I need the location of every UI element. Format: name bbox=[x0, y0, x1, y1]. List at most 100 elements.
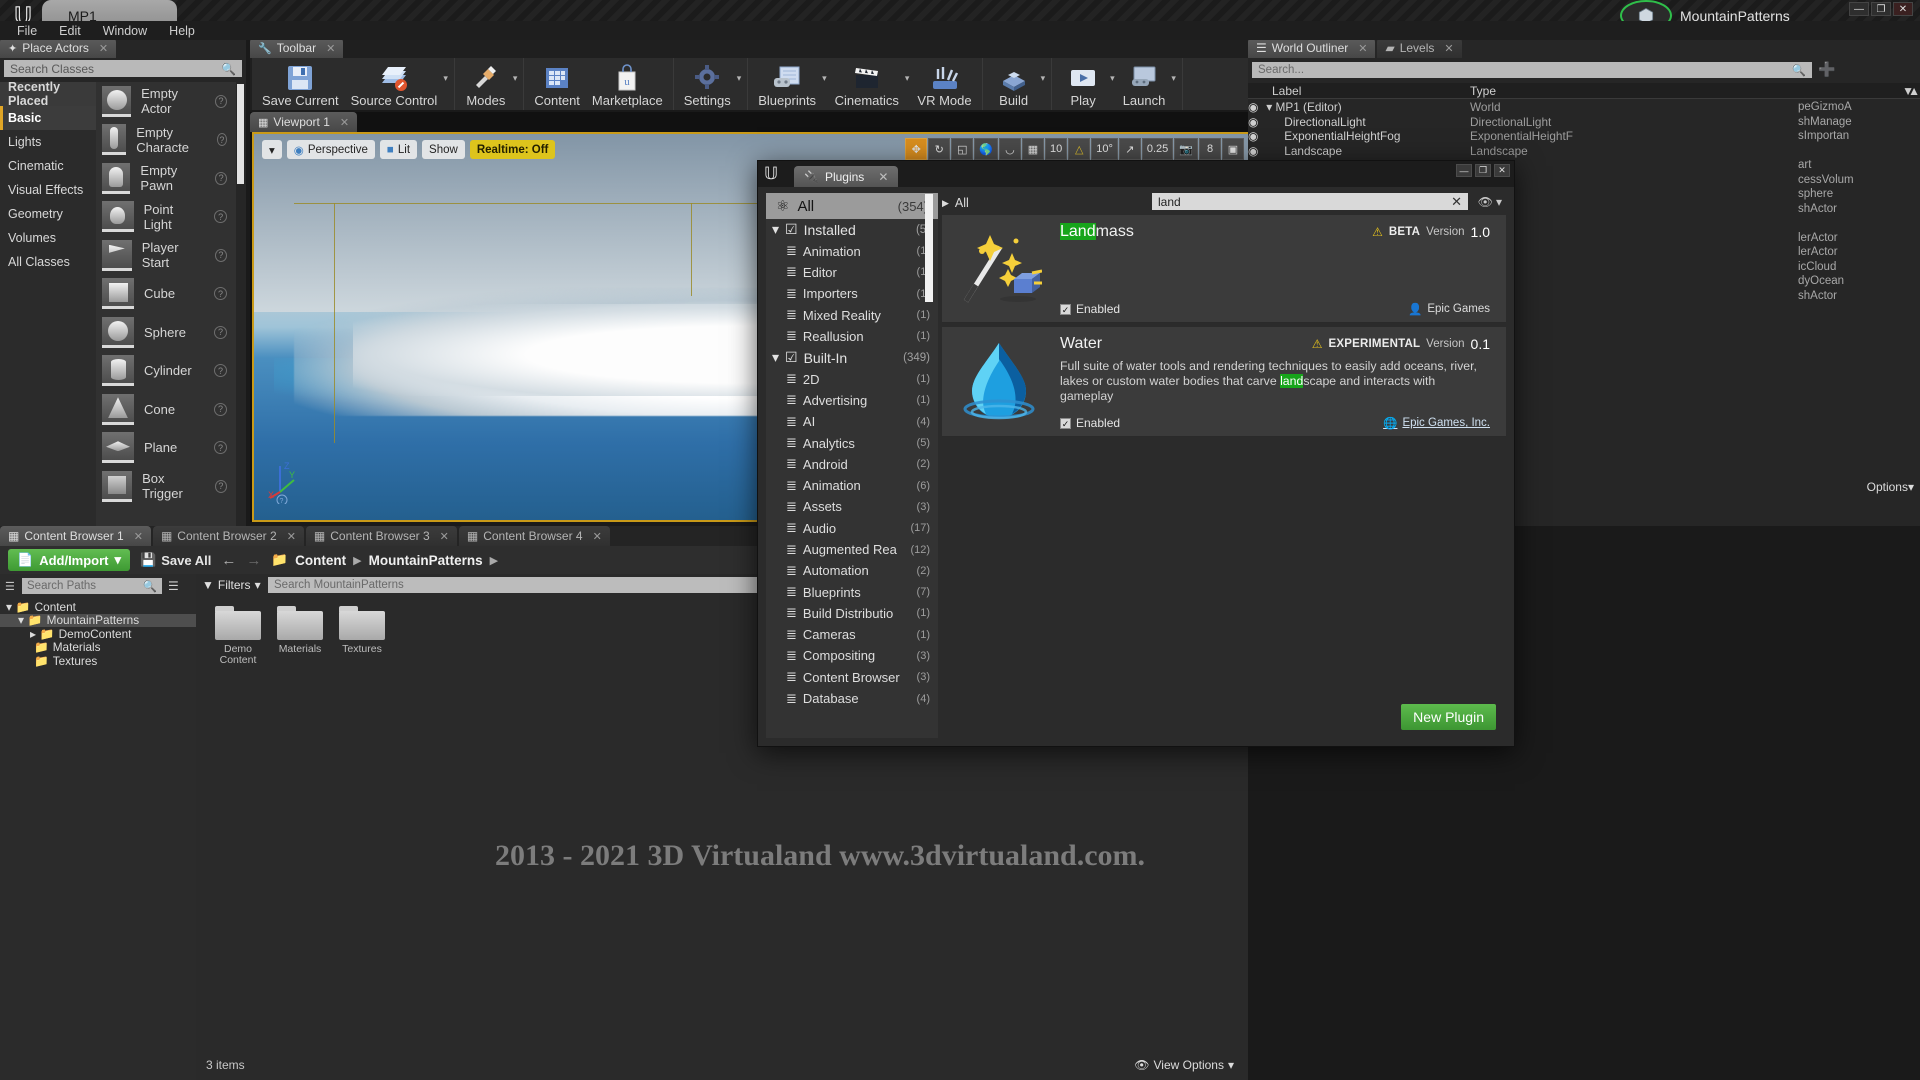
plugin-category-ai[interactable]: ≣ AI (4) bbox=[766, 411, 938, 432]
place-category-basic[interactable]: Basic bbox=[0, 106, 96, 130]
visibility-eye-icon[interactable]: ◉ bbox=[1248, 144, 1258, 158]
place-category-visual-effects[interactable]: Visual Effects bbox=[0, 178, 96, 202]
plugin-group-built-in[interactable]: ▾ ☑ Built-In (349) bbox=[766, 347, 938, 369]
plugin-category-content-browser[interactable]: ≣ Content Browser (3) bbox=[766, 667, 938, 688]
camera-speed-icon[interactable]: 📷 bbox=[1174, 138, 1198, 160]
rotation-snap-icon[interactable]: △ bbox=[1068, 138, 1091, 160]
plugin-category-animation[interactable]: ≣ Animation (6) bbox=[766, 475, 938, 496]
toolbar-button-build[interactable]: Build bbox=[987, 58, 1041, 110]
column-chooser-icon[interactable]: ▼ bbox=[1902, 84, 1914, 98]
paths-view-options-icon[interactable]: ☰ bbox=[168, 579, 179, 593]
world-space-icon[interactable]: 🌎 bbox=[974, 138, 998, 160]
help-icon[interactable]: ? bbox=[214, 248, 228, 262]
show-button[interactable]: Show bbox=[422, 140, 465, 159]
expander-icon[interactable]: ▾ bbox=[772, 221, 779, 238]
chevron-down-icon[interactable]: ▾ bbox=[737, 73, 742, 84]
plugin-category-compositing[interactable]: ≣ Compositing (3) bbox=[766, 645, 938, 666]
plugin-category-build-distributio[interactable]: ≣ Build Distributio (1) bbox=[766, 603, 938, 624]
place-actors-scrollbar[interactable] bbox=[237, 84, 244, 184]
visibility-eye-icon[interactable]: ◉ bbox=[1248, 100, 1258, 114]
close-icon[interactable]: ✕ bbox=[134, 530, 143, 543]
breadcrumb-mountainpatterns[interactable]: MountainPatterns bbox=[369, 553, 483, 568]
tab-content-browser-3[interactable]: ▦ Content Browser 3 ✕ bbox=[305, 526, 457, 546]
path-node-democontent[interactable]: ▸ 📁 DemoContent bbox=[0, 627, 196, 641]
place-category-geometry[interactable]: Geometry bbox=[0, 202, 96, 226]
plugin-category-importers[interactable]: ≣ Importers (1) bbox=[766, 283, 938, 304]
back-arrow-icon[interactable]: ← bbox=[221, 552, 236, 569]
place-category-volumes[interactable]: Volumes bbox=[0, 226, 96, 250]
outliner-options-button[interactable]: Options▾ bbox=[1867, 480, 1914, 494]
new-plugin-button[interactable]: New Plugin bbox=[1401, 704, 1496, 730]
toolbar-button-marketplace[interactable]: u Marketplace bbox=[586, 58, 669, 110]
chevron-down-icon[interactable]: ▾ bbox=[905, 73, 910, 84]
plugin-category-2d[interactable]: ≣ 2D (1) bbox=[766, 368, 938, 389]
help-icon[interactable]: ? bbox=[214, 364, 227, 378]
path-node-mountainpatterns[interactable]: ▾ 📁 MountainPatterns bbox=[0, 613, 196, 627]
perspective-button[interactable]: ◉ Perspective bbox=[286, 140, 375, 159]
place-category-all-classes[interactable]: All Classes bbox=[0, 250, 96, 274]
tab-content-browser-4[interactable]: ▦ Content Browser 4 ✕ bbox=[458, 526, 610, 546]
plugin-category-automation[interactable]: ≣ Automation (2) bbox=[766, 560, 938, 581]
help-icon[interactable]: ? bbox=[214, 287, 227, 301]
close-icon[interactable]: ✕ bbox=[326, 42, 335, 55]
actor-item-box-trigger[interactable]: Box Trigger? bbox=[96, 467, 236, 506]
path-node-materials[interactable]: 📁 Materials bbox=[0, 640, 196, 654]
close-icon[interactable]: ✕ bbox=[878, 170, 888, 184]
asset-search-input[interactable]: Search MountainPatterns bbox=[268, 577, 828, 593]
plugin-row-landmass[interactable]: Landmass ⚠ BETA Version 1.0 ✓ Enabled 👤 … bbox=[942, 215, 1506, 323]
maximize-viewport-icon[interactable]: ▣ bbox=[1222, 138, 1244, 160]
translate-mode-icon[interactable]: ✥ bbox=[905, 138, 928, 160]
plugin-enabled-toggle-landmass[interactable]: ✓ Enabled bbox=[1060, 302, 1120, 316]
place-category-lights[interactable]: Lights bbox=[0, 130, 96, 154]
help-icon[interactable]: ? bbox=[214, 325, 227, 339]
actor-item-plane[interactable]: Plane? bbox=[96, 429, 236, 468]
plugin-category-audio[interactable]: ≣ Audio (17) bbox=[766, 518, 938, 539]
realtime-toggle[interactable]: Realtime: Off bbox=[469, 140, 556, 159]
plugin-category-android[interactable]: ≣ Android (2) bbox=[766, 454, 938, 475]
chevron-down-icon[interactable]: ▾ bbox=[822, 73, 827, 84]
surface-snap-icon[interactable]: ◡ bbox=[998, 138, 1021, 160]
menu-item-edit[interactable]: Edit bbox=[50, 23, 90, 39]
help-icon[interactable]: ? bbox=[216, 133, 227, 147]
plugin-category-mixed-reality[interactable]: ≣ Mixed Reality (1) bbox=[766, 304, 938, 325]
add-actor-icon[interactable]: ➕ bbox=[1818, 61, 1835, 78]
add-import-button[interactable]: 📄 Add/Import ▾ bbox=[8, 549, 131, 571]
plugin-category-advertising[interactable]: ≣ Advertising (1) bbox=[766, 390, 938, 411]
tab-plugins[interactable]: 🔌 Plugins ✕ bbox=[794, 166, 899, 187]
place-category-recently-placed[interactable]: Recently Placed bbox=[0, 80, 96, 108]
toolbar-button-cinematics[interactable]: Cinematics bbox=[829, 58, 905, 110]
clear-search-icon[interactable]: ✕ bbox=[1451, 194, 1462, 210]
search-classes-input[interactable]: Search Classes 🔍 bbox=[4, 60, 242, 77]
plugins-close-button[interactable]: ✕ bbox=[1494, 164, 1510, 177]
collapse-paths-icon[interactable]: ☰ bbox=[5, 580, 15, 593]
close-icon[interactable]: ✕ bbox=[1444, 42, 1453, 55]
plugins-minimize-button[interactable]: — bbox=[1456, 164, 1472, 177]
toolbar-button-vr-mode[interactable]: VR Mode bbox=[911, 58, 977, 110]
plugins-window-titlebar[interactable]: 𝕌 🔌 Plugins ✕ — ❐ ✕ bbox=[758, 161, 1514, 187]
plugin-category-database[interactable]: ≣ Database (4) bbox=[766, 688, 938, 709]
help-icon[interactable]: ? bbox=[214, 479, 227, 493]
toolbar-button-content[interactable]: Content bbox=[528, 58, 586, 110]
actor-item-sphere[interactable]: Sphere? bbox=[96, 313, 236, 352]
actor-item-cone[interactable]: Cone? bbox=[96, 390, 236, 429]
toolbar-button-save-current[interactable]: Save Current bbox=[256, 58, 345, 110]
filters-button[interactable]: ▼ Filters ▾ bbox=[202, 578, 261, 592]
visibility-eye-icon[interactable]: ◉ bbox=[1248, 129, 1258, 143]
plugin-view-options-button[interactable]: 👁 ▾ bbox=[1478, 193, 1502, 210]
tab-world-outliner[interactable]: ☰ World Outliner ✕ bbox=[1248, 38, 1376, 58]
plugin-group-installed[interactable]: ▾ ☑ Installed (5) bbox=[766, 219, 938, 241]
visibility-eye-icon[interactable]: ◉ bbox=[1248, 115, 1258, 129]
breadcrumb-content[interactable]: Content bbox=[295, 553, 346, 568]
toolbar-button-settings[interactable]: Settings bbox=[678, 58, 737, 110]
menu-item-file[interactable]: File bbox=[8, 23, 46, 39]
toolbar-button-play[interactable]: Play bbox=[1056, 58, 1110, 110]
asset-item-materials[interactable]: Materials bbox=[276, 606, 324, 666]
camera-speed-value[interactable]: 8 bbox=[1199, 138, 1221, 160]
plugin-row-water[interactable]: Water Full suite of water tools and rend… bbox=[942, 327, 1506, 437]
maximize-button[interactable]: ❐ bbox=[1871, 2, 1891, 16]
viewport-menu-button[interactable]: ▾ bbox=[262, 140, 282, 159]
plugin-vendor-water[interactable]: 🌐 Epic Games, Inc. bbox=[1383, 416, 1490, 430]
actor-item-cube[interactable]: Cube? bbox=[96, 275, 236, 314]
tab-viewport-1[interactable]: ▦ Viewport 1 ✕ bbox=[250, 112, 358, 132]
menu-item-help[interactable]: Help bbox=[160, 23, 204, 39]
